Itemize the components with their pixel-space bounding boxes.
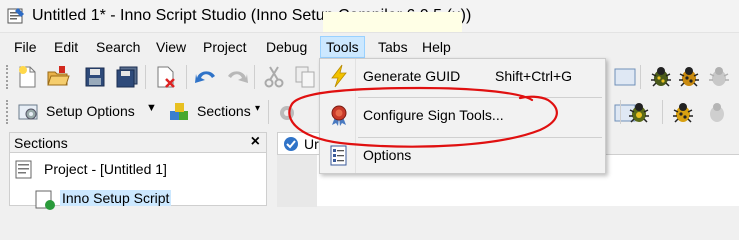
menu-edit[interactable]: Edit: [49, 36, 83, 58]
setup-options-label: Setup Options: [46, 103, 135, 119]
copy-icon: [295, 66, 315, 88]
cut-icon: [264, 66, 284, 88]
menu-view[interactable]: View: [151, 36, 191, 58]
tools-menu: Generate GUID Shift+Ctrl+G Configure Sig…: [319, 58, 606, 174]
toolbar-separator: [254, 65, 255, 89]
toolbar-separator: [620, 100, 621, 124]
redo-icon: [228, 71, 248, 83]
line-gutter: [277, 155, 317, 207]
save-icon[interactable]: [82, 64, 108, 90]
bug-stop-icon: [709, 67, 729, 86]
tree-item-label: Inno Setup Script: [60, 190, 172, 206]
toolbar-grip[interactable]: [6, 65, 9, 89]
tree-item-inno-setup-script[interactable]: Inno Setup Script: [30, 189, 180, 210]
save-all-icon[interactable]: [114, 64, 140, 90]
menu-file[interactable]: File: [9, 36, 42, 58]
chevron-down-icon: ▼: [146, 102, 157, 114]
menu-bar: File Edit Search View Project Debug Tool…: [0, 34, 739, 58]
debug-icon[interactable]: [612, 64, 638, 90]
bug-yellow-icon[interactable]: [670, 100, 696, 126]
sections-button[interactable]: Sections ▾: [167, 98, 263, 126]
bug-step-icon[interactable]: [648, 64, 674, 90]
menu-item-label: Configure Sign Tools...: [363, 107, 504, 123]
project-icon: [15, 160, 32, 179]
setup-options-icon: [18, 104, 38, 120]
tab-label: Ur: [304, 136, 319, 152]
menu-help[interactable]: Help: [417, 36, 456, 58]
menu-item-shortcut: Shift+Ctrl+G: [495, 68, 573, 84]
menu-search[interactable]: Search: [91, 36, 145, 58]
options-icon: [330, 145, 347, 166]
setup-options-button[interactable]: Setup Options ▼: [16, 98, 158, 126]
current-line-highlight: [323, 12, 462, 32]
menu-item-options[interactable]: Options: [321, 139, 604, 173]
close-icon[interactable]: ×: [251, 133, 260, 151]
chevron-down-icon: ▾: [255, 103, 261, 114]
toolbar-separator: [145, 65, 146, 89]
menu-separator: [358, 97, 602, 98]
menu-tools[interactable]: Tools: [320, 36, 365, 58]
tree-item-label: Project - [Untitled 1]: [44, 161, 167, 177]
sections-panel-title: Sections: [14, 135, 68, 151]
toolbar-grip[interactable]: [6, 100, 9, 124]
lightning-bolt-icon: [331, 64, 347, 88]
menu-separator: [358, 137, 602, 138]
sections-icon: [170, 103, 188, 120]
menu-item-label: Options: [363, 147, 412, 163]
sections-panel-header: Sections ×: [10, 133, 266, 153]
new-file-icon[interactable]: [14, 64, 40, 90]
bug-disabled-icon: [710, 103, 724, 122]
sections-panel: Sections × Project - [Untitled 1] Inno S…: [9, 132, 267, 210]
toolbar-separator: [662, 100, 663, 124]
menu-item-label: Generate GUID: [363, 68, 461, 84]
sections-label: Sections: [197, 103, 251, 119]
menu-project[interactable]: Project: [198, 36, 252, 58]
bug-run-icon[interactable]: [676, 64, 702, 90]
toolbar-separator: [640, 65, 641, 89]
close-file-icon[interactable]: [153, 64, 179, 90]
menu-item-generate-guid[interactable]: Generate GUID Shift+Ctrl+G: [321, 60, 604, 94]
open-folder-icon[interactable]: [45, 64, 71, 90]
bug-green-icon[interactable]: [626, 100, 652, 126]
toolbar-separator: [186, 65, 187, 89]
menu-item-configure-sign-tools[interactable]: Configure Sign Tools...: [321, 99, 604, 133]
app-icon: [7, 8, 24, 24]
sign-tools-icon: [331, 105, 347, 126]
document-icon: [284, 137, 298, 151]
gear-icon: [280, 106, 294, 120]
toolbar-separator: [268, 100, 269, 124]
script-icon: [35, 190, 55, 210]
menu-debug[interactable]: Debug: [261, 36, 312, 58]
menu-tabs[interactable]: Tabs: [373, 36, 413, 58]
undo-icon[interactable]: [193, 64, 219, 90]
